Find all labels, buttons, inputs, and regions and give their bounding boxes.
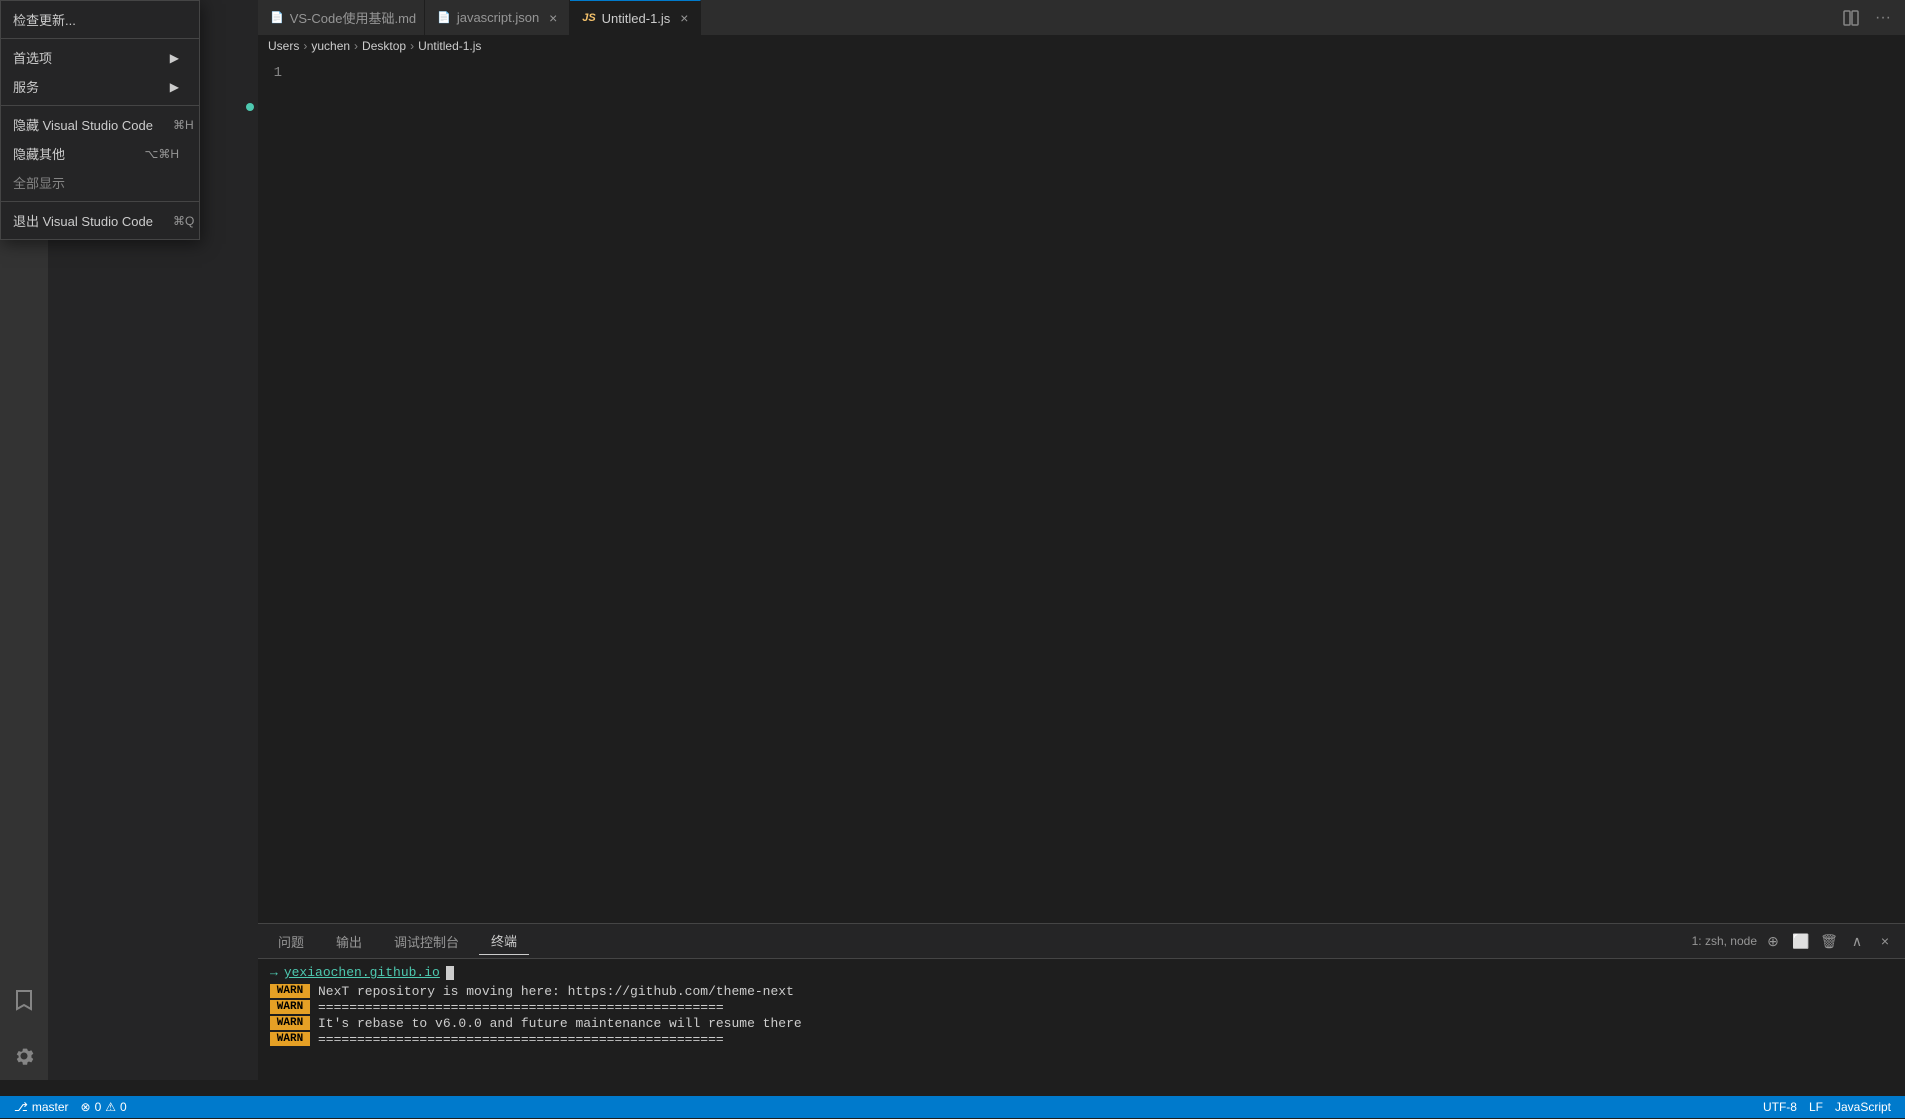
menu-sep-3 [1,201,199,202]
warn-line: WARN====================================… [270,1000,1893,1015]
encoding-label: UTF-8 [1763,1100,1797,1114]
terminal-close-button[interactable]: × [1873,929,1897,953]
warn-text: It's rebase to v6.0.0 and future mainten… [310,1016,802,1031]
tab-right-controls: ··· [1837,0,1905,35]
menu-item-hide-vscode[interactable]: 隐藏 Visual Studio Code ⌘H [1,110,199,139]
breadcrumb: Users › yuchen › Desktop › Untitled-1.js [258,35,1905,57]
breadcrumb-yuchen[interactable]: yuchen [311,39,350,53]
tab-js-json[interactable]: 📄 javascript.json × [425,0,570,35]
tabs-bar: 📄 VS-Code使用基础.md 📄 javascript.json × JS … [258,0,1905,35]
split-editor-button[interactable] [1837,4,1865,32]
breadcrumb-desktop[interactable]: Desktop [362,39,406,53]
language-label: JavaScript [1835,1100,1891,1114]
services-arrow-icon: ▶ [170,80,179,94]
menu-item-show-all[interactable]: 全部显示 [1,168,199,197]
warn-badge: WARN [270,1016,310,1030]
tab-close-untitled[interactable]: × [676,10,692,26]
more-actions-button[interactable]: ··· [1869,4,1897,32]
tab-close-js-json[interactable]: × [545,10,561,26]
shortcut-hide-vscode: ⌘H [173,118,194,132]
terminal-arrow-icon: → [270,965,278,980]
menu-label-quit: 退出 Visual Studio Code [13,211,153,230]
tab-label-untitled: Untitled-1.js [602,11,671,26]
warning-icon: ⚠ [105,1100,116,1114]
warn-badge: WARN [270,984,310,998]
terminal-tab-output[interactable]: 输出 [324,928,374,955]
status-branch[interactable]: ⎇ master [8,1096,75,1118]
terminal-instance-label: 1: zsh, node [1692,934,1757,948]
tab-label-js-json: javascript.json [457,10,539,25]
activity-bar-bookmark[interactable] [0,976,48,1024]
menu-item-services[interactable]: 服务 ▶ [1,72,199,101]
line-number-1: 1 [258,65,298,81]
breadcrumb-file[interactable]: Untitled-1.js [418,39,481,53]
menu-item-quit[interactable]: 退出 Visual Studio Code ⌘Q [1,206,199,235]
menu-label-check-update: 检查更新... [13,10,179,29]
menu-label-hide-others: 隐藏其他 [13,144,125,163]
source-indicator [246,103,254,111]
breadcrumb-sep-2: › [354,39,358,53]
terminal-split-button[interactable]: ⊕ [1761,929,1785,953]
tab-icon-js-json: 📄 [437,11,451,24]
status-language[interactable]: JavaScript [1829,1096,1897,1118]
warn-badge: WARN [270,1032,310,1046]
editor[interactable]: 1 [258,57,1905,923]
terminal-tab-problems[interactable]: 问题 [266,928,316,955]
git-branch-icon: ⎇ [14,1100,28,1114]
warn-line: WARNIt's rebase to v6.0.0 and future mai… [270,1016,1893,1031]
menu-item-check-update[interactable]: 检查更新... [1,5,199,34]
terminal-panel: 问题 输出 调试控制台 终端 1: zsh, node ⊕ ⬜ 🗑 ∧ × → … [258,923,1905,1118]
error-count: 0 [95,1100,102,1114]
warn-text: ========================================… [310,1000,724,1015]
terminal-url[interactable]: yexiaochen.github.io [284,965,440,980]
terminal-tab-debug[interactable]: 调试控制台 [382,928,471,955]
error-icon: ⊗ [81,1100,91,1114]
warn-text: NexT repository is moving here: https://… [310,984,794,999]
tab-untitled[interactable]: JS Untitled-1.js × [570,0,701,35]
status-line-ending[interactable]: LF [1803,1096,1829,1118]
tab-icon-untitled: JS [582,12,595,24]
preferences-arrow-icon: ▶ [170,51,179,65]
branch-name: master [32,1100,69,1114]
ellipsis-icon: ··· [1875,9,1891,27]
terminal-body[interactable]: → yexiaochen.github.io WARNNexT reposito… [258,959,1905,1119]
status-bar: ⎇ master ⊗ 0 ⚠ 0 UTF-8 LF JavaScript [0,1096,1905,1118]
menu-item-hide-others[interactable]: 隐藏其他 ⌥⌘H [1,139,199,168]
menu-label-services: 服务 [13,77,170,96]
status-errors[interactable]: ⊗ 0 ⚠ 0 [75,1096,133,1118]
menu-sep-2 [1,105,199,106]
terminal-cursor [446,966,454,980]
terminal-maximize-button[interactable]: ⬜ [1789,929,1813,953]
terminal-tab-terminal[interactable]: 终端 [479,927,529,955]
menu-label-preferences: 首选项 [13,48,170,67]
menu-item-preferences[interactable]: 首选项 ▶ [1,43,199,72]
context-menu: 检查更新... 首选项 ▶ 服务 ▶ 隐藏 Visual Studio Code… [0,0,200,240]
breadcrumb-sep-3: › [410,39,414,53]
shortcut-quit: ⌘Q [173,214,194,228]
terminal-controls: 1: zsh, node ⊕ ⬜ 🗑 ∧ × [1692,929,1897,953]
terminal-prompt-line: → yexiaochen.github.io [270,965,1893,980]
breadcrumb-sep-1: › [303,39,307,53]
terminal-tabs-bar: 问题 输出 调试控制台 终端 1: zsh, node ⊕ ⬜ 🗑 ∧ × [258,924,1905,959]
shortcut-hide-others: ⌥⌘H [145,147,180,161]
activity-bar-settings[interactable] [0,1032,48,1080]
warn-badge: WARN [270,1000,310,1014]
terminal-chevron-up-button[interactable]: ∧ [1845,929,1869,953]
warning-count: 0 [120,1100,127,1114]
terminal-trash-button[interactable]: 🗑 [1817,929,1841,953]
breadcrumb-users[interactable]: Users [268,39,299,53]
line-ending-label: LF [1809,1100,1823,1114]
warn-text: ========================================… [310,1032,724,1047]
warn-line: WARN====================================… [270,1032,1893,1047]
warn-line: WARNNexT repository is moving here: http… [270,984,1893,999]
status-encoding[interactable]: UTF-8 [1757,1096,1803,1118]
menu-sep-1 [1,38,199,39]
menu-label-hide-vscode: 隐藏 Visual Studio Code [13,115,153,134]
tab-label-md: VS-Code使用基础.md [290,8,416,27]
tab-md[interactable]: 📄 VS-Code使用基础.md [258,0,425,35]
terminal-warn-block: WARNNexT repository is moving here: http… [270,984,1893,1047]
tab-icon-md: 📄 [270,11,284,24]
menu-label-show-all: 全部显示 [13,173,179,192]
